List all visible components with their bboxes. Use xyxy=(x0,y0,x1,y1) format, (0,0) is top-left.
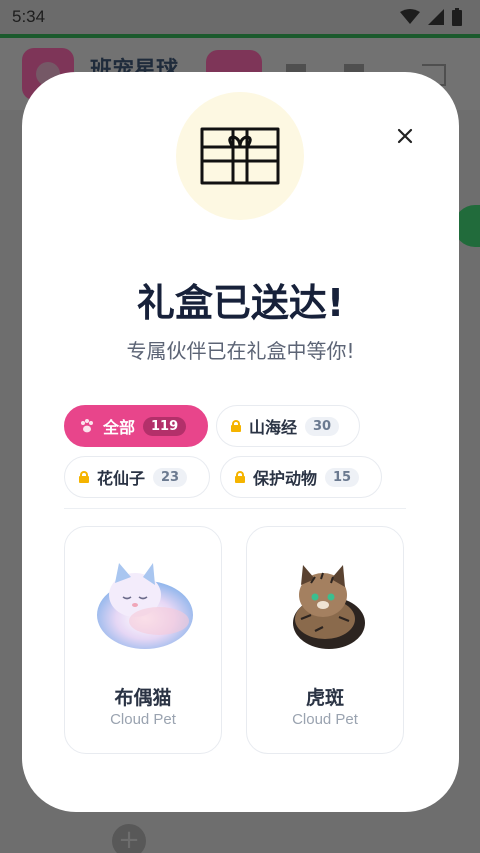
close-button[interactable] xyxy=(391,122,419,150)
filter-chip-protected-animals[interactable]: 保护动物 15 xyxy=(220,456,382,498)
paw-icon xyxy=(81,419,93,433)
cellular-signal-icon xyxy=(428,9,444,25)
pet-name: 布偶猫 xyxy=(114,687,172,709)
modal-title: 礼盒已送达! xyxy=(136,281,345,325)
filter-count: 23 xyxy=(153,467,188,487)
status-icons xyxy=(400,8,462,26)
filter-chip-flower-fairy[interactable]: 花仙子 23 xyxy=(64,456,210,498)
lock-icon xyxy=(231,420,241,432)
pet-subtitle: Cloud Pet xyxy=(110,711,176,728)
pet-name: 虎斑 xyxy=(305,687,344,709)
gift-badge xyxy=(176,92,304,220)
filter-label: 保护动物 xyxy=(253,469,318,488)
close-icon xyxy=(397,128,413,144)
gift-modal: 礼盒已送达! 专属伙伴已在礼盒中等你! 全部 119 山海经 30 花仙子 23… xyxy=(22,72,459,812)
pet-card-tabby[interactable]: 虎斑 Cloud Pet xyxy=(246,526,404,754)
ragdoll-cat-image xyxy=(97,563,193,649)
tabby-cat-image xyxy=(293,565,365,649)
divider xyxy=(64,508,406,509)
add-button[interactable]: + xyxy=(112,824,146,853)
lock-icon xyxy=(235,471,245,483)
gift-box-icon xyxy=(200,127,280,185)
filter-chip-all[interactable]: 全部 119 xyxy=(64,405,208,447)
filter-count: 30 xyxy=(305,416,340,436)
filter-count: 15 xyxy=(325,467,360,487)
pet-subtitle: Cloud Pet xyxy=(292,711,358,728)
lock-icon xyxy=(79,471,89,483)
battery-icon xyxy=(452,8,462,26)
wifi-icon xyxy=(400,9,420,24)
pet-card-ragdoll[interactable]: 布偶猫 Cloud Pet xyxy=(64,526,222,754)
filter-chip-shanhaijing[interactable]: 山海经 30 xyxy=(216,405,360,447)
status-bar: 5:34 xyxy=(0,0,480,34)
filter-label: 山海经 xyxy=(249,418,298,437)
filter-label: 花仙子 xyxy=(97,469,146,488)
filter-count: 119 xyxy=(143,416,187,436)
filter-label: 全部 xyxy=(103,418,136,437)
modal-subtitle: 专属伙伴已在礼盒中等你! xyxy=(126,339,355,363)
status-time: 5:34 xyxy=(12,7,46,26)
